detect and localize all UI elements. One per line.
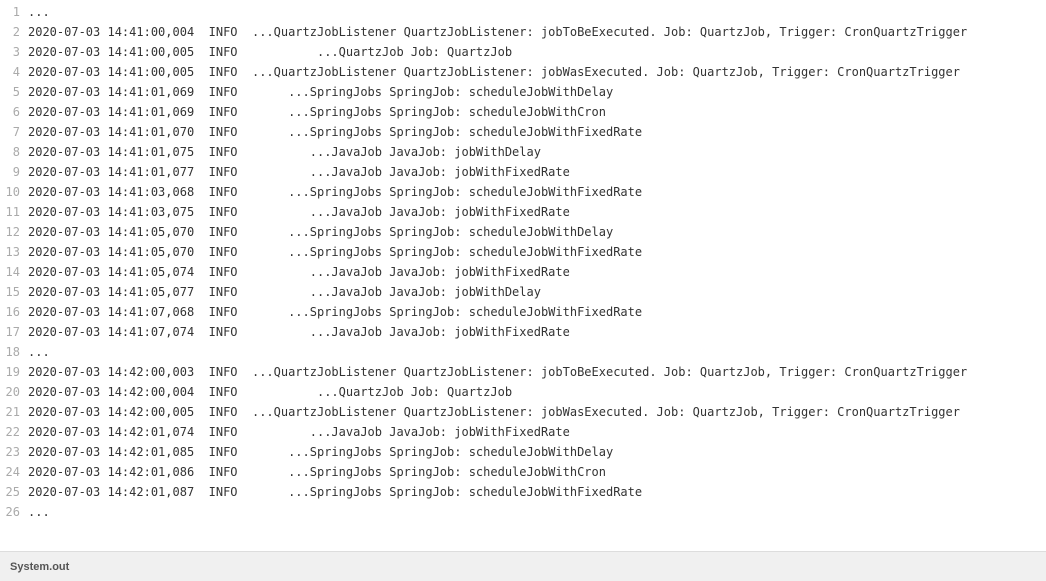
line-number: 22: [0, 422, 28, 442]
line-number: 20: [0, 382, 28, 402]
log-output-area[interactable]: 1...22020-07-03 14:41:00,004 INFO ...Qua…: [0, 0, 1046, 551]
log-text: 2020-07-03 14:41:00,005 INFO ...QuartzJo…: [28, 42, 1046, 62]
log-text: ...: [28, 2, 1046, 22]
log-line: 122020-07-03 14:41:05,070 INFO ...Spring…: [0, 222, 1046, 242]
log-text: 2020-07-03 14:41:05,074 INFO ...JavaJob …: [28, 262, 1046, 282]
log-text: 2020-07-03 14:42:01,085 INFO ...SpringJo…: [28, 442, 1046, 462]
log-text: 2020-07-03 14:41:01,077 INFO ...JavaJob …: [28, 162, 1046, 182]
log-line: 152020-07-03 14:41:05,077 INFO ...JavaJo…: [0, 282, 1046, 302]
log-text: 2020-07-03 14:42:00,004 INFO ...QuartzJo…: [28, 382, 1046, 402]
log-line: 32020-07-03 14:41:00,005 INFO ...QuartzJ…: [0, 42, 1046, 62]
line-number: 15: [0, 282, 28, 302]
log-line: 232020-07-03 14:42:01,085 INFO ...Spring…: [0, 442, 1046, 462]
line-number: 3: [0, 42, 28, 62]
line-number: 16: [0, 302, 28, 322]
line-number: 6: [0, 102, 28, 122]
log-text: 2020-07-03 14:41:07,068 INFO ...SpringJo…: [28, 302, 1046, 322]
line-number: 17: [0, 322, 28, 342]
log-text: 2020-07-03 14:42:00,005 INFO ...QuartzJo…: [28, 402, 1046, 422]
log-line: 172020-07-03 14:41:07,074 INFO ...JavaJo…: [0, 322, 1046, 342]
line-number: 4: [0, 62, 28, 82]
log-text: 2020-07-03 14:41:01,070 INFO ...SpringJo…: [28, 122, 1046, 142]
log-text: ...: [28, 502, 1046, 522]
log-line: 62020-07-03 14:41:01,069 INFO ...SpringJ…: [0, 102, 1046, 122]
log-line: 18...: [0, 342, 1046, 362]
log-line: 22020-07-03 14:41:00,004 INFO ...QuartzJ…: [0, 22, 1046, 42]
line-number: 10: [0, 182, 28, 202]
line-number: 14: [0, 262, 28, 282]
line-number: 8: [0, 142, 28, 162]
log-text: 2020-07-03 14:42:01,074 INFO ...JavaJob …: [28, 422, 1046, 442]
log-line: 102020-07-03 14:41:03,068 INFO ...Spring…: [0, 182, 1046, 202]
log-line: 132020-07-03 14:41:05,070 INFO ...Spring…: [0, 242, 1046, 262]
console-label: System.out: [10, 561, 69, 573]
log-text: 2020-07-03 14:41:05,070 INFO ...SpringJo…: [28, 222, 1046, 242]
log-line: 112020-07-03 14:41:03,075 INFO ...JavaJo…: [0, 202, 1046, 222]
log-text: 2020-07-03 14:42:00,003 INFO ...QuartzJo…: [28, 362, 1046, 382]
log-text: 2020-07-03 14:41:07,074 INFO ...JavaJob …: [28, 322, 1046, 342]
log-text: ...: [28, 342, 1046, 362]
log-text: 2020-07-03 14:41:03,068 INFO ...SpringJo…: [28, 182, 1046, 202]
log-line: 72020-07-03 14:41:01,070 INFO ...SpringJ…: [0, 122, 1046, 142]
log-text: 2020-07-03 14:41:01,075 INFO ...JavaJob …: [28, 142, 1046, 162]
log-line: 92020-07-03 14:41:01,077 INFO ...JavaJob…: [0, 162, 1046, 182]
log-line: 192020-07-03 14:42:00,003 INFO ...Quartz…: [0, 362, 1046, 382]
log-line: 252020-07-03 14:42:01,087 INFO ...Spring…: [0, 482, 1046, 502]
line-number: 26: [0, 502, 28, 522]
log-line: 82020-07-03 14:41:01,075 INFO ...JavaJob…: [0, 142, 1046, 162]
line-number: 9: [0, 162, 28, 182]
line-number: 21: [0, 402, 28, 422]
log-text: 2020-07-03 14:42:01,087 INFO ...SpringJo…: [28, 482, 1046, 502]
console-footer: System.out: [0, 551, 1046, 581]
log-text: 2020-07-03 14:41:00,005 INFO ...QuartzJo…: [28, 62, 1046, 82]
line-number: 5: [0, 82, 28, 102]
log-text: 2020-07-03 14:41:01,069 INFO ...SpringJo…: [28, 82, 1046, 102]
log-content: 1...22020-07-03 14:41:00,004 INFO ...Qua…: [0, 0, 1046, 522]
log-line: 222020-07-03 14:42:01,074 INFO ...JavaJo…: [0, 422, 1046, 442]
log-line: 52020-07-03 14:41:01,069 INFO ...SpringJ…: [0, 82, 1046, 102]
log-text: 2020-07-03 14:41:00,004 INFO ...QuartzJo…: [28, 22, 1046, 42]
line-number: 19: [0, 362, 28, 382]
log-line: 202020-07-03 14:42:00,004 INFO ...Quartz…: [0, 382, 1046, 402]
line-number: 23: [0, 442, 28, 462]
line-number: 12: [0, 222, 28, 242]
line-number: 7: [0, 122, 28, 142]
line-number: 11: [0, 202, 28, 222]
line-number: 2: [0, 22, 28, 42]
log-line: 26...: [0, 502, 1046, 522]
log-line: 1...: [0, 2, 1046, 22]
line-number: 1: [0, 2, 28, 22]
log-text: 2020-07-03 14:41:03,075 INFO ...JavaJob …: [28, 202, 1046, 222]
log-line: 142020-07-03 14:41:05,074 INFO ...JavaJo…: [0, 262, 1046, 282]
line-number: 25: [0, 482, 28, 502]
log-line: 212020-07-03 14:42:00,005 INFO ...Quartz…: [0, 402, 1046, 422]
log-text: 2020-07-03 14:42:01,086 INFO ...SpringJo…: [28, 462, 1046, 482]
line-number: 24: [0, 462, 28, 482]
line-number: 18: [0, 342, 28, 362]
log-text: 2020-07-03 14:41:01,069 INFO ...SpringJo…: [28, 102, 1046, 122]
log-line: 242020-07-03 14:42:01,086 INFO ...Spring…: [0, 462, 1046, 482]
log-text: 2020-07-03 14:41:05,077 INFO ...JavaJob …: [28, 282, 1046, 302]
log-text: 2020-07-03 14:41:05,070 INFO ...SpringJo…: [28, 242, 1046, 262]
log-line: 162020-07-03 14:41:07,068 INFO ...Spring…: [0, 302, 1046, 322]
log-line: 42020-07-03 14:41:00,005 INFO ...QuartzJ…: [0, 62, 1046, 82]
line-number: 13: [0, 242, 28, 262]
